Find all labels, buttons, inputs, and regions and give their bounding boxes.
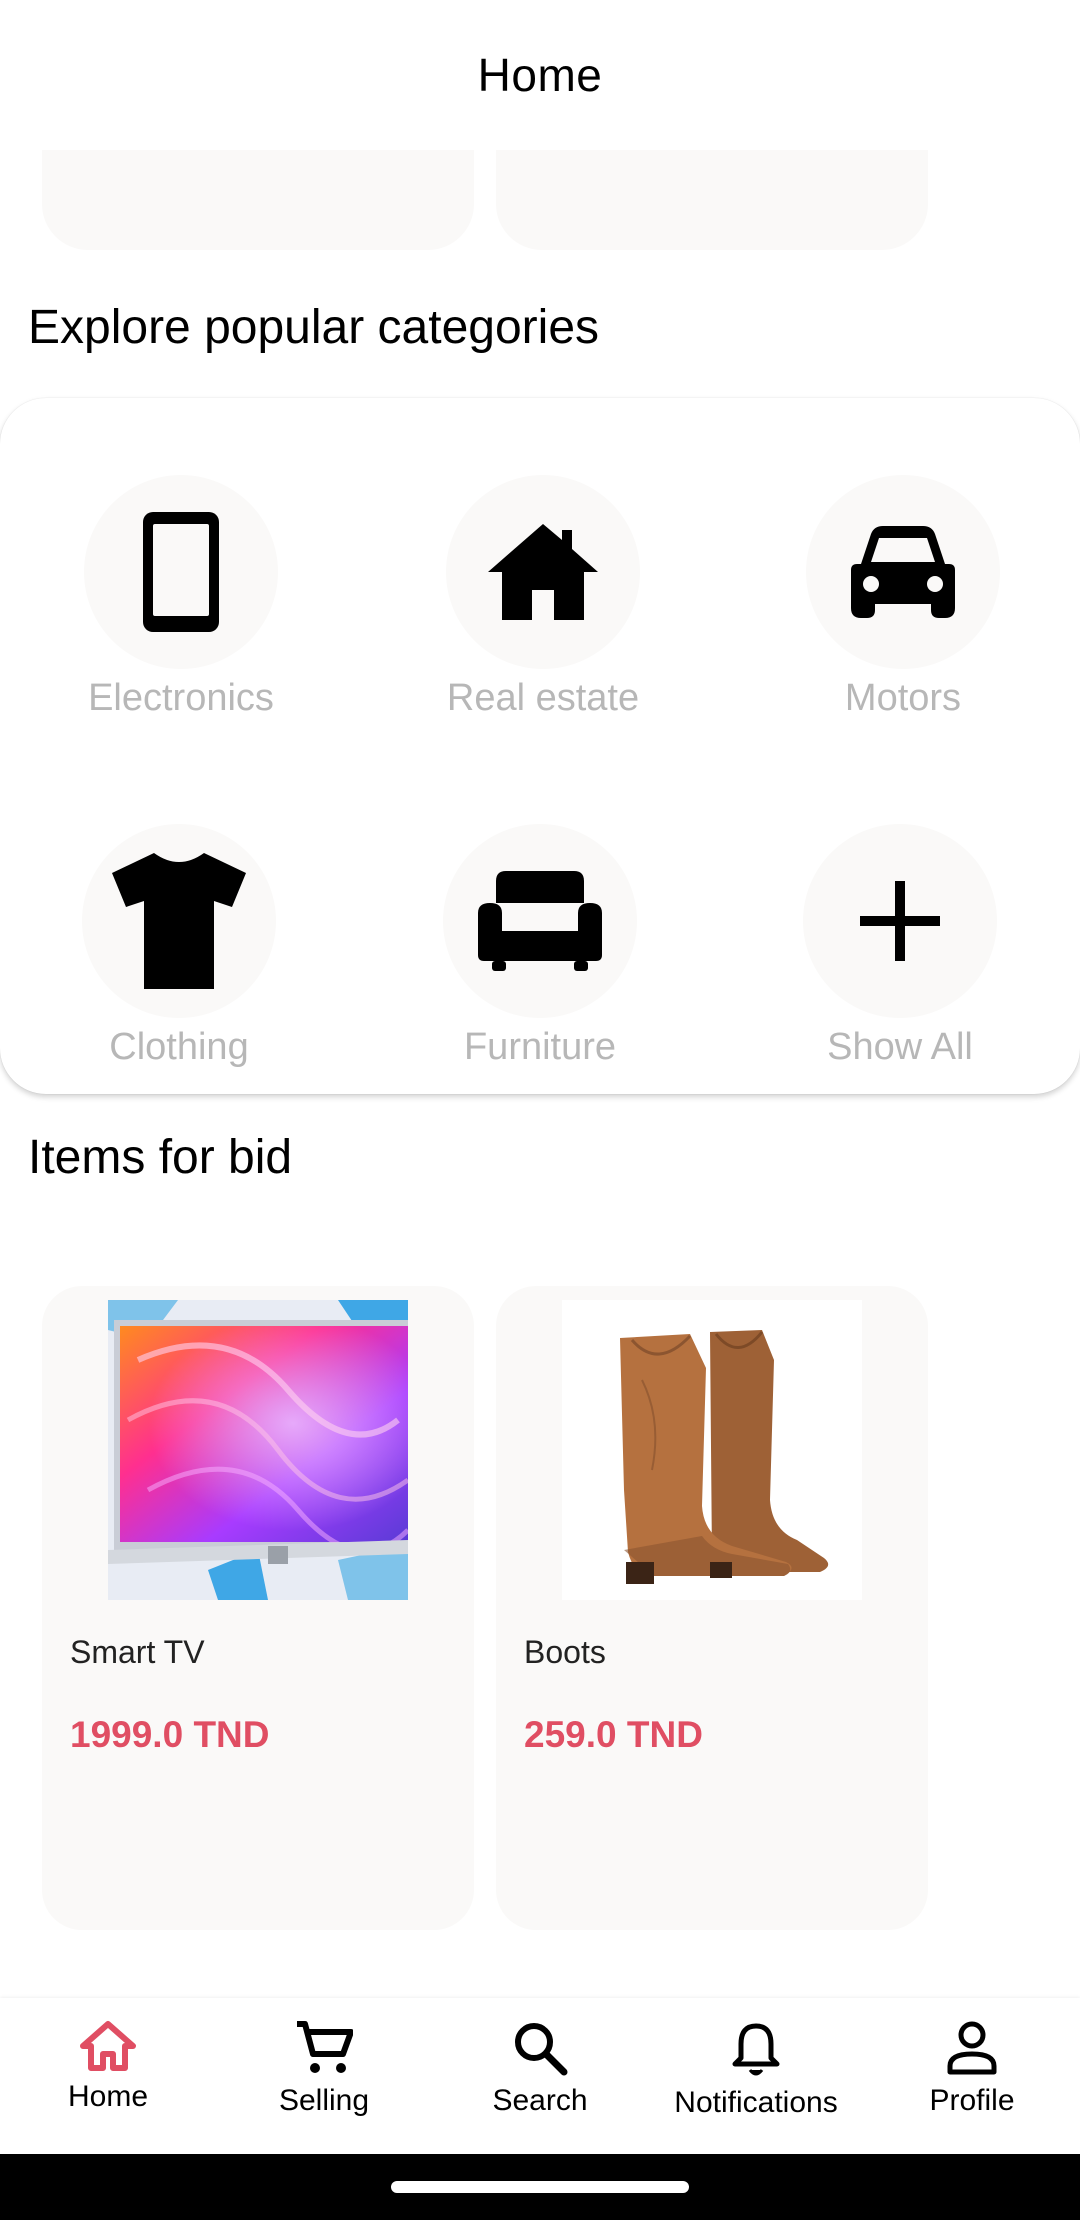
category-icon-circle bbox=[806, 475, 1000, 669]
category-icon-circle bbox=[443, 824, 637, 1018]
category-clothing[interactable]: Clothing bbox=[29, 824, 329, 1069]
system-navigation-bar bbox=[0, 2154, 1080, 2220]
featured-card[interactable] bbox=[496, 150, 928, 250]
category-label: Real estate bbox=[446, 677, 640, 719]
armchair-icon bbox=[478, 871, 602, 971]
app-bar: Home bbox=[0, 0, 1080, 150]
category-label: Clothing bbox=[109, 1026, 249, 1068]
category-label: Furniture bbox=[463, 1026, 617, 1068]
category-show-all[interactable]: Show All bbox=[750, 824, 1050, 1069]
item-name: Smart TV bbox=[70, 1634, 205, 1670]
item-card-boots[interactable]: Boots 259.0 TND bbox=[496, 1286, 928, 1930]
nav-label: Search bbox=[492, 2084, 588, 2117]
nav-home[interactable]: Home bbox=[0, 1998, 216, 2154]
tshirt-icon bbox=[112, 853, 246, 989]
house-icon bbox=[488, 524, 598, 620]
nav-selling[interactable]: Selling bbox=[216, 1998, 432, 2154]
category-icon-circle bbox=[84, 475, 278, 669]
category-icon-circle bbox=[803, 824, 997, 1018]
category-label: Motors bbox=[844, 677, 962, 719]
item-name: Boots bbox=[524, 1634, 606, 1670]
item-price: 1999.0 TND bbox=[70, 1714, 270, 1755]
featured-carousel[interactable] bbox=[0, 150, 1080, 250]
nav-notifications[interactable]: Notifications bbox=[648, 1998, 864, 2154]
category-icon-circle bbox=[82, 824, 276, 1018]
cart-icon bbox=[297, 2021, 353, 2073]
category-label: Electronics bbox=[88, 677, 274, 719]
nav-label: Profile bbox=[929, 2084, 1015, 2117]
page-title: Home bbox=[477, 49, 603, 101]
nav-label: Home bbox=[67, 2080, 149, 2113]
featured-card[interactable] bbox=[42, 150, 474, 250]
nav-profile[interactable]: Profile bbox=[864, 1998, 1080, 2154]
bottom-navigation: Home Selling Search Notifications Profil… bbox=[0, 1998, 1080, 2154]
category-motors[interactable]: Motors bbox=[753, 475, 1053, 720]
category-real-estate[interactable]: Real estate bbox=[393, 475, 693, 720]
person-icon bbox=[947, 2021, 997, 2075]
gesture-handle[interactable] bbox=[391, 2181, 689, 2193]
car-icon bbox=[851, 526, 955, 618]
items-heading: Items for bid bbox=[28, 1131, 293, 1184]
bell-icon bbox=[732, 2023, 780, 2076]
category-label: Show All bbox=[827, 1026, 973, 1068]
nav-label: Selling bbox=[278, 2084, 370, 2117]
smartphone-icon bbox=[143, 512, 219, 632]
categories-heading: Explore popular categories bbox=[28, 301, 600, 354]
smart-tv-image bbox=[108, 1300, 408, 1600]
boots-image bbox=[562, 1300, 862, 1600]
category-electronics[interactable]: Electronics bbox=[31, 475, 331, 720]
nav-label: Notifications bbox=[674, 2086, 838, 2119]
item-card-smart-tv[interactable]: Smart TV 1999.0 TND bbox=[42, 1286, 474, 1930]
categories-panel: Electronics Real estate Motors Clothing … bbox=[0, 398, 1080, 1094]
category-furniture[interactable]: Furniture bbox=[390, 824, 690, 1069]
plus-icon bbox=[860, 881, 940, 961]
category-icon-circle bbox=[446, 475, 640, 669]
item-price: 259.0 TND bbox=[524, 1714, 703, 1755]
home-icon bbox=[80, 2021, 136, 2071]
nav-search[interactable]: Search bbox=[432, 1998, 648, 2154]
search-icon bbox=[515, 2023, 568, 2076]
